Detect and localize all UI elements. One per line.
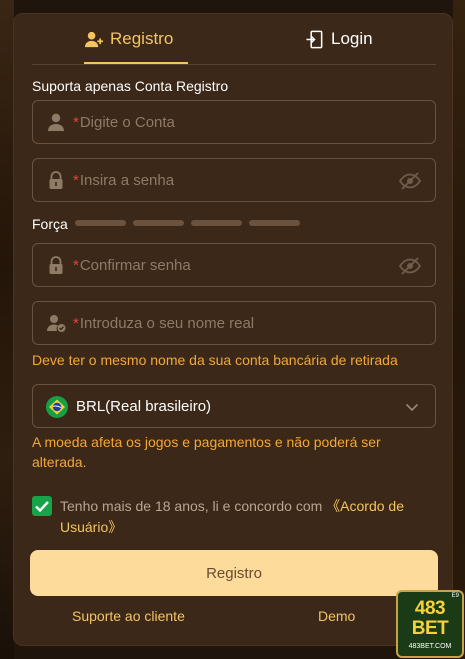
terms-label: Tenho mais de 18 anos, li e concordo com [60,498,327,514]
required-mark: * [73,114,79,131]
confirm-password-field[interactable]: * Confirmar senha [32,243,436,287]
realname-placeholder-text: Introduza o seu nome real [79,315,255,332]
tab-login-label: Login [331,29,373,48]
password-field[interactable]: * Insira a senha [32,158,436,202]
terms-text: Tenho mais de 18 anos, li e concordo com… [60,496,430,538]
register-submit-button[interactable]: Registro [30,550,438,596]
eye-off-icon[interactable] [398,171,422,191]
currency-select[interactable]: BRL(Real brasileiro) [32,384,436,428]
realname-hint: Deve ter o mesmo nome da sua conta bancá… [32,352,398,368]
required-mark: * [73,257,79,274]
eye-off-icon[interactable] [398,256,422,276]
strength-bar-1 [75,220,126,226]
required-mark: * [73,172,79,189]
brand-logo: E9 483 BET 483BET.COM [396,590,464,658]
logo-domain: 483BET.COM [408,643,452,650]
required-mark: * [73,315,79,332]
customer-support-link[interactable]: Suporte ao cliente [72,608,185,624]
strength-bar-4 [249,220,300,226]
account-placeholder: * Digite o Conta [73,114,175,131]
demo-link[interactable]: Demo [318,608,355,624]
chevron-down-icon [405,400,419,414]
logo-line-2: BET [411,618,449,639]
currency-value: BRL(Real brasileiro) [76,398,212,415]
confirm-placeholder: * Confirmar senha [73,257,191,274]
user-plus-icon [84,30,103,49]
background-left [0,0,14,659]
lock-icon [46,170,66,190]
user-check-icon [46,313,66,333]
register-modal: Registro Login Suporta apenas Conta Regi… [13,13,453,646]
background-right [453,0,465,659]
currency-hint: A moeda afeta os jogos e pagamentos e nã… [32,434,381,470]
confirm-placeholder-text: Confirmar senha [79,257,191,274]
tab-login[interactable]: Login [306,28,373,50]
realname-placeholder: * Introduza o seu nome real [73,315,254,332]
tab-register-label: Registro [110,29,174,48]
logo-line-1: 483 [414,598,446,619]
check-icon [35,501,49,513]
strength-bar-2 [133,220,184,226]
strength-label: Força [32,216,68,232]
user-icon [46,112,66,132]
active-tab-indicator [84,62,188,64]
password-placeholder-text: Insira a senha [79,172,175,189]
terms-checkbox[interactable] [32,496,52,516]
account-hint: Suporta apenas Conta Registro [32,78,229,94]
account-placeholder-text: Digite o Conta [79,114,175,131]
login-door-icon [306,30,324,49]
tab-bar: Registro Login [32,14,436,65]
account-field[interactable]: * Digite o Conta [32,100,436,144]
tab-register[interactable]: Registro [84,28,173,50]
brazil-flag-icon [46,396,68,418]
strength-bar-3 [191,220,242,226]
password-placeholder: * Insira a senha [73,172,174,189]
real-name-field[interactable]: * Introduza o seu nome real [32,301,436,345]
lock-icon [46,255,66,275]
